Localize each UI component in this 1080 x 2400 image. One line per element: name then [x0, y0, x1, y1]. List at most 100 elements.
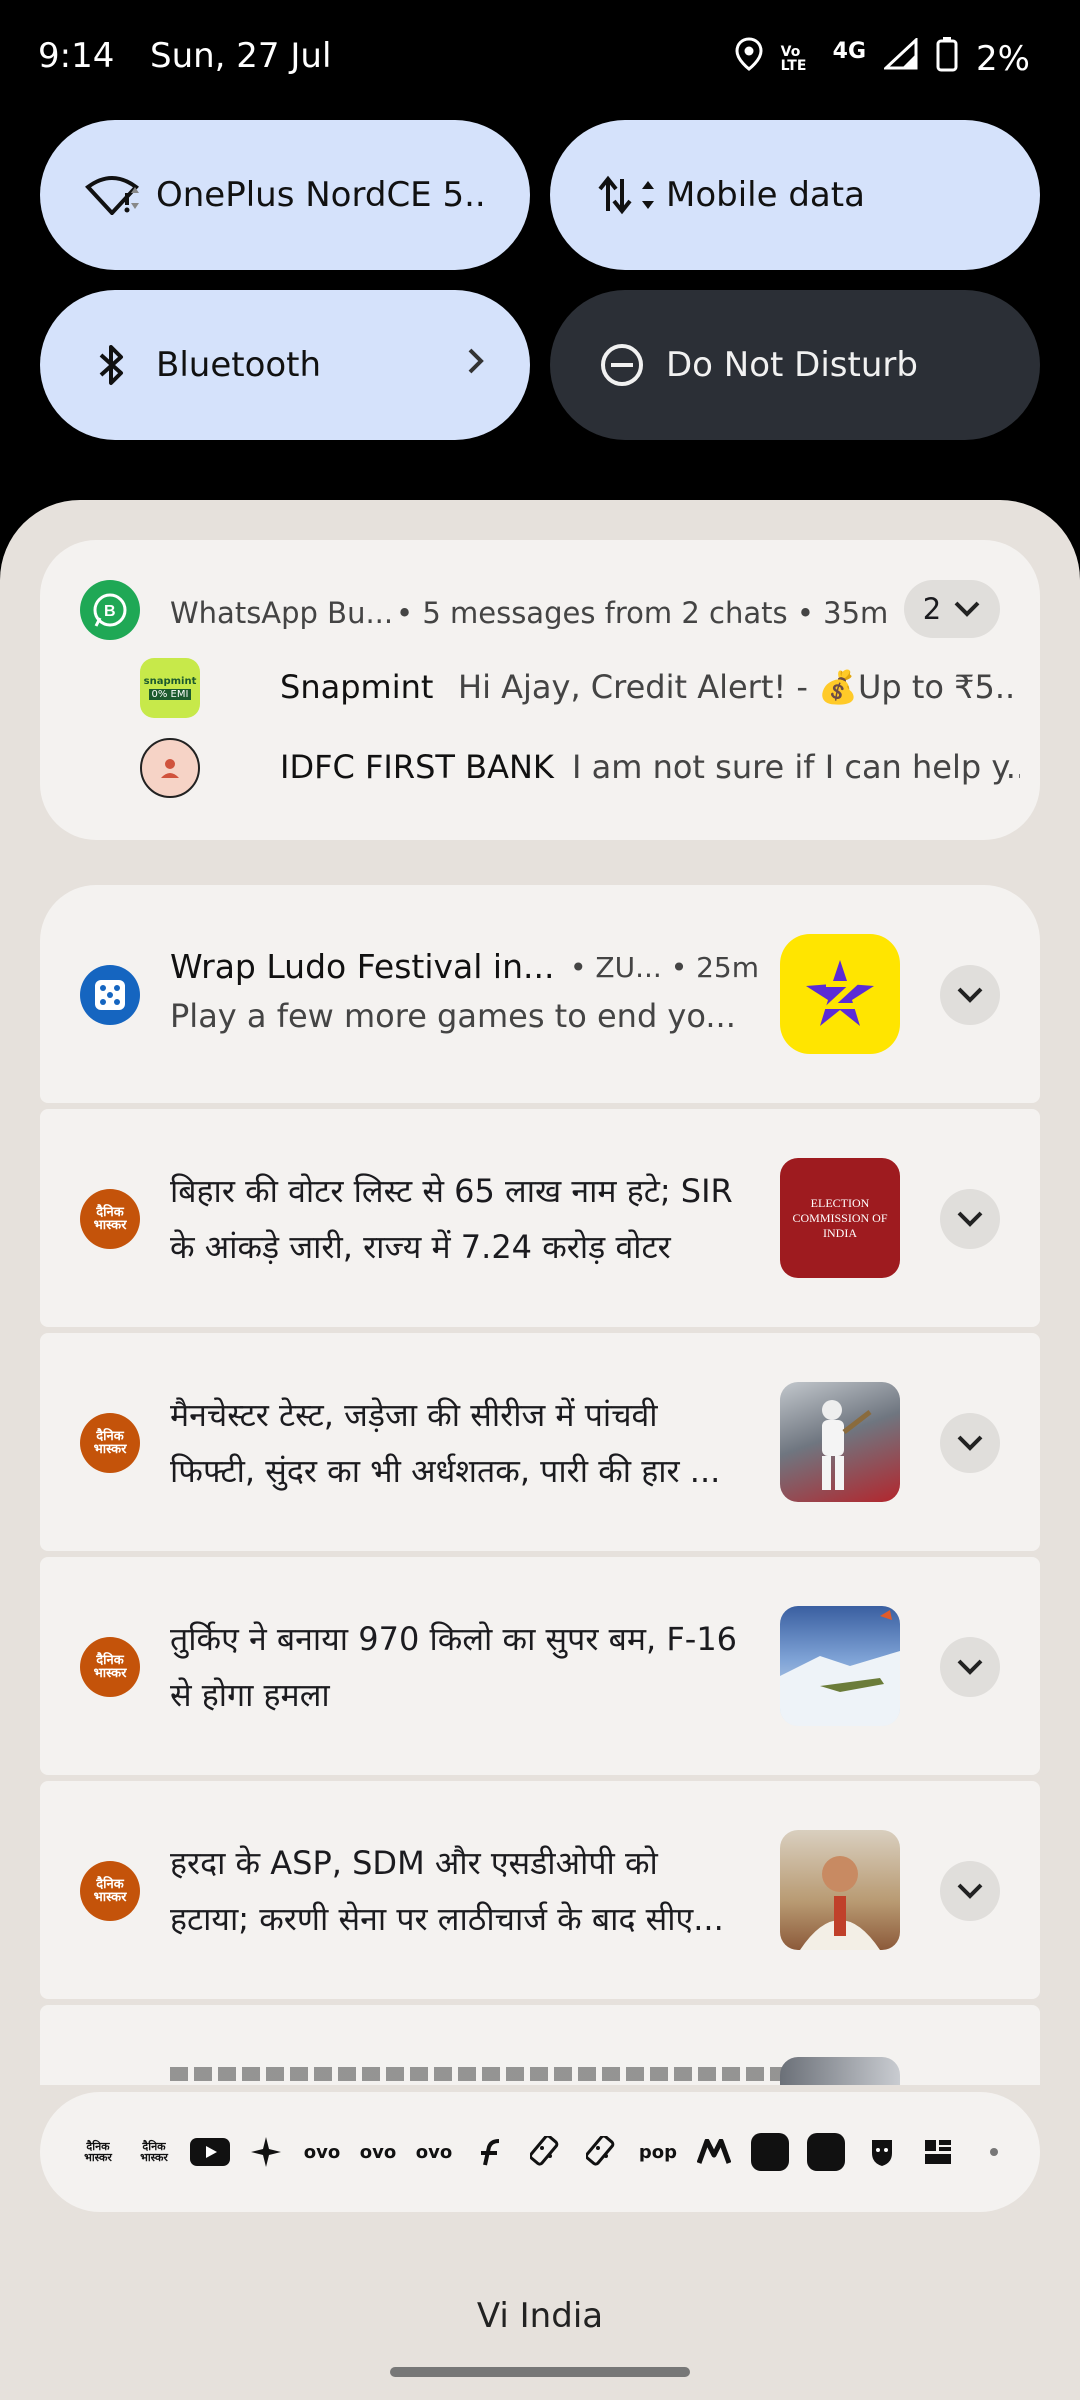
wifi-label: OnePlus NordCE 5.. — [156, 175, 486, 215]
tray-bhaskar-text: दैनिक भास्कर — [140, 2140, 168, 2164]
sparkle-icon — [246, 2132, 286, 2172]
volte-icon: Vo LTE — [780, 43, 807, 74]
bluetooth-tile[interactable]: Bluetooth — [40, 290, 530, 440]
news-headline-line1: हरदा के ASP, SDM और एसडीओपी को — [170, 1844, 658, 1882]
news-headline-line2: से होगा हमला — [170, 1676, 330, 1714]
pop-icon: pop — [638, 2141, 678, 2163]
notification-title: Wrap Ludo Festival in... — [170, 947, 555, 986]
news-thumbnail — [780, 1830, 900, 1950]
overflow-icon-tray[interactable]: दैनिक भास्कर दैनिक भास्कर ovo ovo ovo po… — [40, 2092, 1040, 2212]
battery-icon — [936, 36, 958, 81]
news-notification[interactable]: दैनिक भास्कर मैनचेस्टर टेस्ट, जड़ेजा की … — [40, 1333, 1040, 1551]
news-notification[interactable]: दैनिक भास्कर तुर्किए ने बनाया 970 किलो क… — [40, 1557, 1040, 1775]
app-square-icon — [750, 2132, 790, 2172]
chat-message: I am not sure if I can help y... — [572, 748, 1020, 786]
news-headline-line2: फिफ्टी, सुंदर का भी अर्धशतक, पारी की हार… — [170, 1452, 721, 1490]
myntra-icon — [694, 2132, 734, 2172]
cricketer-image — [822, 1400, 872, 1490]
news-notification-partial[interactable] — [40, 2005, 1040, 2085]
battery-percent: 2% — [976, 38, 1030, 79]
dnd-label: Do Not Disturb — [666, 345, 918, 385]
dainik-bhaskar-icon: दैनिक भास्कर — [80, 1413, 140, 1473]
partial-thumbnail — [780, 2057, 900, 2085]
notification-text: Play a few more games to end yo... — [170, 997, 736, 1035]
navigation-handle[interactable] — [390, 2367, 690, 2377]
news-thumbnail — [780, 1382, 900, 1502]
chat-sender: IDFC FIRST BANK — [280, 748, 554, 786]
chat-row[interactable]: IDFC FIRST BANK I am not sure if I can h… — [140, 738, 1020, 798]
bluetooth-icon — [82, 343, 142, 387]
ovo-icon: ovo — [303, 2141, 341, 2163]
news-notification[interactable]: दैनिक भास्कर हरदा के ASP, SDM और एसडीओपी… — [40, 1781, 1040, 1999]
dainik-bhaskar-icon: दैनिक भास्कर — [80, 1861, 140, 1921]
mobile-data-tile[interactable]: Mobile data — [550, 120, 1040, 270]
news-headline-line2: हटाया; करणी सेना पर लाठीचार्ज के बाद सीए… — [170, 1900, 724, 1938]
clock: 9:14 — [38, 36, 115, 76]
contact-avatar — [140, 738, 200, 798]
signal-icon — [882, 36, 918, 79]
chevron-down-icon — [957, 987, 983, 1003]
ovo-icon: ovo — [359, 2141, 397, 2163]
dainik-bhaskar-icon: दैनिक भास्कर — [80, 1189, 140, 1249]
snapmint-logo-text: snapmint — [143, 676, 197, 687]
person-icon — [161, 759, 179, 778]
dainik-bhaskar-icon: दैनिक भास्कर — [134, 2132, 174, 2172]
ovo-icon: ovo — [415, 2141, 453, 2163]
partial-text — [170, 2067, 790, 2081]
chat-sender: Snapmint — [280, 668, 434, 706]
news-thumbnail: ELECTION COMMISSION OF INDIA — [780, 1158, 900, 1278]
expand-button[interactable] — [940, 1413, 1000, 1473]
expand-button[interactable] — [940, 965, 1000, 1025]
news-headline-line1: बिहार की वोटर लिस्ट से 65 लाख नाम हटे; S… — [170, 1172, 733, 1210]
expand-count-button[interactable]: 2 — [904, 580, 1000, 638]
zupee-logo — [780, 934, 900, 1054]
chevron-right-icon[interactable] — [466, 345, 486, 385]
dnd-icon — [592, 343, 652, 387]
news-notification[interactable]: दैनिक भास्कर बिहार की वोटर लिस्ट से 65 ल… — [40, 1109, 1040, 1327]
network-type: 4G — [832, 39, 867, 64]
whatsapp-business-icon: B — [80, 580, 140, 640]
expand-button[interactable] — [940, 1861, 1000, 1921]
chevron-down-icon — [957, 1435, 983, 1451]
snapmint-emi-text: 0% EMI — [148, 689, 192, 700]
dice-icon — [80, 965, 140, 1025]
news-headline-line1: मैनचेस्टर टेस्ट, जड़ेजा की सीरीज में पां… — [170, 1396, 658, 1434]
chat-row[interactable]: snapmint 0% EMI Snapmint Hi Ajay, Credit… — [140, 658, 1020, 718]
notification-meta: • ZU... • 25m — [570, 951, 760, 984]
expand-button[interactable] — [940, 1637, 1000, 1697]
youtube-icon — [190, 2132, 230, 2172]
politician-image — [800, 1856, 880, 1950]
notification-count: 2 — [922, 592, 942, 626]
group-summary: • 5 messages from 2 chats • 35m — [396, 596, 889, 630]
svg-text:B: B — [104, 603, 116, 620]
dnd-tile[interactable]: Do Not Disturb — [550, 290, 1040, 440]
carrier-label: Vi India — [476, 2296, 604, 2336]
domino-icon — [526, 2132, 566, 2172]
snapmint-avatar: snapmint 0% EMI — [140, 658, 200, 718]
ludo-notification[interactable]: Wrap Ludo Festival in... • ZU... • 25m P… — [40, 885, 1040, 1103]
news-headline-line2: के आंकड़े जारी, राज्य में 7.24 करोड़ वोट… — [170, 1228, 671, 1266]
dainik-bhaskar-icon: दैनिक भास्कर — [80, 1637, 140, 1697]
mobile-data-icon — [598, 175, 658, 215]
expand-button[interactable] — [940, 1189, 1000, 1249]
news-headline-line1: तुर्किए ने बनाया 970 किलो का सुपर बम, F-… — [170, 1620, 738, 1658]
mobile-data-label: Mobile data — [666, 175, 865, 215]
more-dot-icon — [974, 2132, 1014, 2172]
whatsapp-notification-group[interactable]: B WhatsApp Bu... • 5 messages from 2 cha… — [40, 540, 1040, 840]
chevron-down-icon — [957, 1211, 983, 1227]
chevron-down-icon — [957, 1883, 983, 1899]
jet-image — [780, 1610, 900, 1726]
chat-message: Hi Ajay, Credit Alert! - 💰Up to ₹5... — [458, 668, 1018, 706]
app-square-icon — [806, 2132, 846, 2172]
wifi-icon — [82, 175, 142, 215]
tray-bhaskar-text: दैनिक भास्कर — [84, 2140, 112, 2164]
dainik-bhaskar-icon: दैनिक भास्कर — [78, 2132, 118, 2172]
domino-icon — [582, 2132, 622, 2172]
grid-app-icon — [918, 2132, 958, 2172]
flipkart-icon — [470, 2132, 510, 2172]
location-icon — [735, 37, 763, 80]
date: Sun, 27 Jul — [150, 36, 332, 76]
news-thumbnail — [780, 1606, 900, 1726]
wifi-tile[interactable]: OnePlus NordCE 5.. — [40, 120, 530, 270]
app-name: WhatsApp Bu... — [170, 596, 394, 630]
